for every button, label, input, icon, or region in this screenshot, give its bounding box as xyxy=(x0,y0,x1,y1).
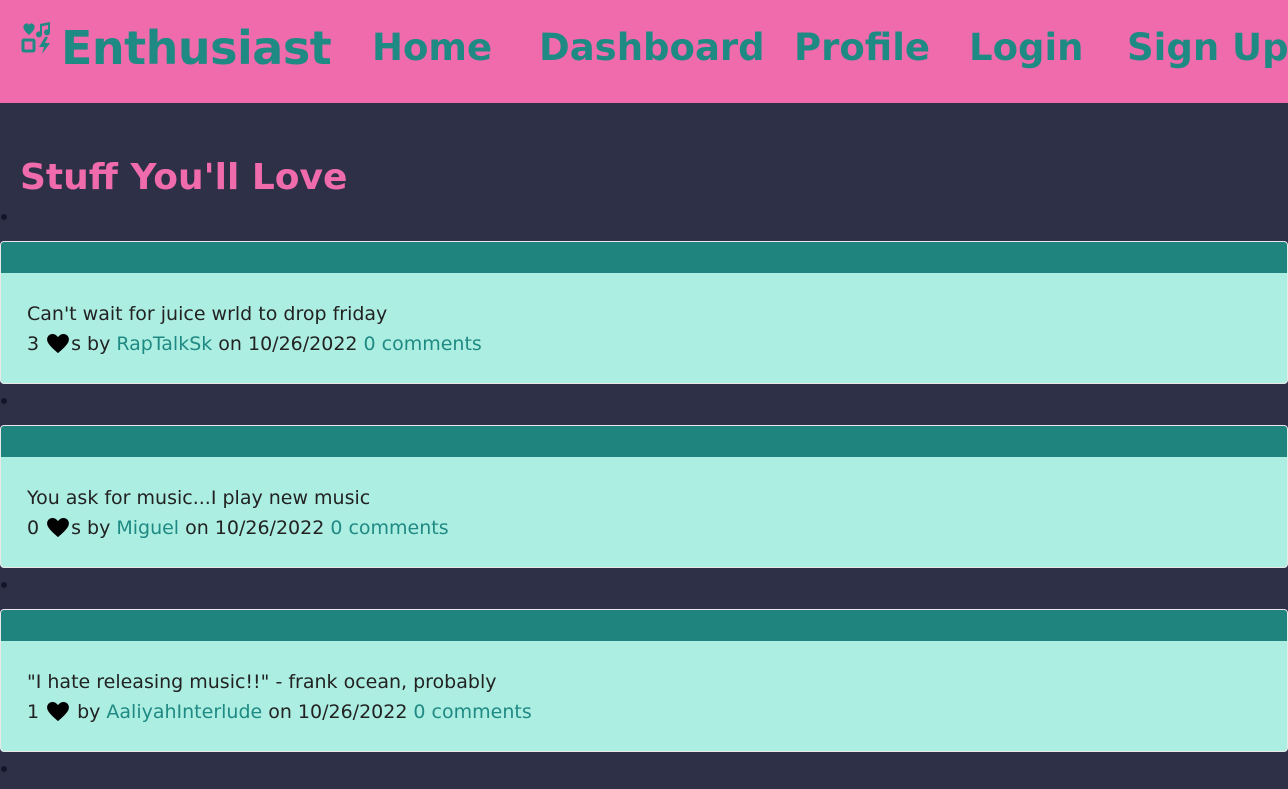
nav-login[interactable]: Login xyxy=(969,26,1084,70)
nav-sign-up[interactable]: Sign Up xyxy=(1127,26,1288,70)
nav-home[interactable]: Home xyxy=(372,26,492,70)
post-card-body: You ask for music...I play new music 0 s… xyxy=(1,457,1287,543)
post-text: You ask for music...I play new music xyxy=(27,487,371,509)
likes-suffix: s by xyxy=(71,333,111,355)
page-title: Stuff You'll Love xyxy=(20,157,348,198)
post-comments-link[interactable]: 0 comments xyxy=(330,513,448,543)
post-text: Can't wait for juice wrld to drop friday xyxy=(27,303,388,325)
heart-icon[interactable] xyxy=(47,702,70,722)
list-bullet xyxy=(1,214,7,220)
post-author-link[interactable]: AaliyahInterlude xyxy=(106,697,262,727)
like-count: 0 xyxy=(27,517,40,539)
likes-suffix: by xyxy=(77,701,101,723)
navbar: Enthusiast Home Dashboard Profile Login … xyxy=(0,0,1288,103)
post-card: "I hate releasing music!!" - frank ocean… xyxy=(0,609,1288,752)
post-meta: 0 s by Miguel on 10/26/2022 0 comments xyxy=(27,513,1261,543)
post-card-body: Can't wait for juice wrld to drop friday… xyxy=(1,273,1287,359)
heart-icon[interactable] xyxy=(47,334,70,354)
list-bullet xyxy=(1,582,7,588)
list-bullet xyxy=(1,766,7,772)
post-author-link[interactable]: RapTalkSk xyxy=(116,329,212,359)
post-card-header xyxy=(1,242,1287,273)
post-card: Can't wait for juice wrld to drop friday… xyxy=(0,241,1288,384)
nav-dashboard[interactable]: Dashboard xyxy=(539,26,765,70)
brand-name: Enthusiast xyxy=(61,21,332,75)
heart-icon[interactable] xyxy=(47,518,70,538)
post-meta: 3 s by RapTalkSk on 10/26/2022 0 comment… xyxy=(27,329,1261,359)
like-count: 3 xyxy=(27,333,40,355)
post-card-body: "I hate releasing music!!" - frank ocean… xyxy=(1,641,1287,727)
likes-suffix: s by xyxy=(71,517,111,539)
post-date: on 10/26/2022 xyxy=(185,517,325,539)
post-text: "I hate releasing music!!" - frank ocean… xyxy=(27,671,497,693)
like-count: 1 xyxy=(27,701,40,723)
post-date: on 10/26/2022 xyxy=(218,333,358,355)
post-comments-link[interactable]: 0 comments xyxy=(364,329,482,359)
brand-logo-icon xyxy=(21,22,51,54)
post-meta: 1 by AaliyahInterlude on 10/26/2022 0 co… xyxy=(27,697,1261,727)
list-bullet xyxy=(1,398,7,404)
nav-profile[interactable]: Profile xyxy=(794,26,930,70)
post-card-header xyxy=(1,426,1287,457)
post-date: on 10/26/2022 xyxy=(268,701,408,723)
post-card-header xyxy=(1,610,1287,641)
brand-link[interactable]: Enthusiast xyxy=(21,16,332,80)
post-comments-link[interactable]: 0 comments xyxy=(413,697,531,727)
post-author-link[interactable]: Miguel xyxy=(116,513,179,543)
post-card: You ask for music...I play new music 0 s… xyxy=(0,425,1288,568)
